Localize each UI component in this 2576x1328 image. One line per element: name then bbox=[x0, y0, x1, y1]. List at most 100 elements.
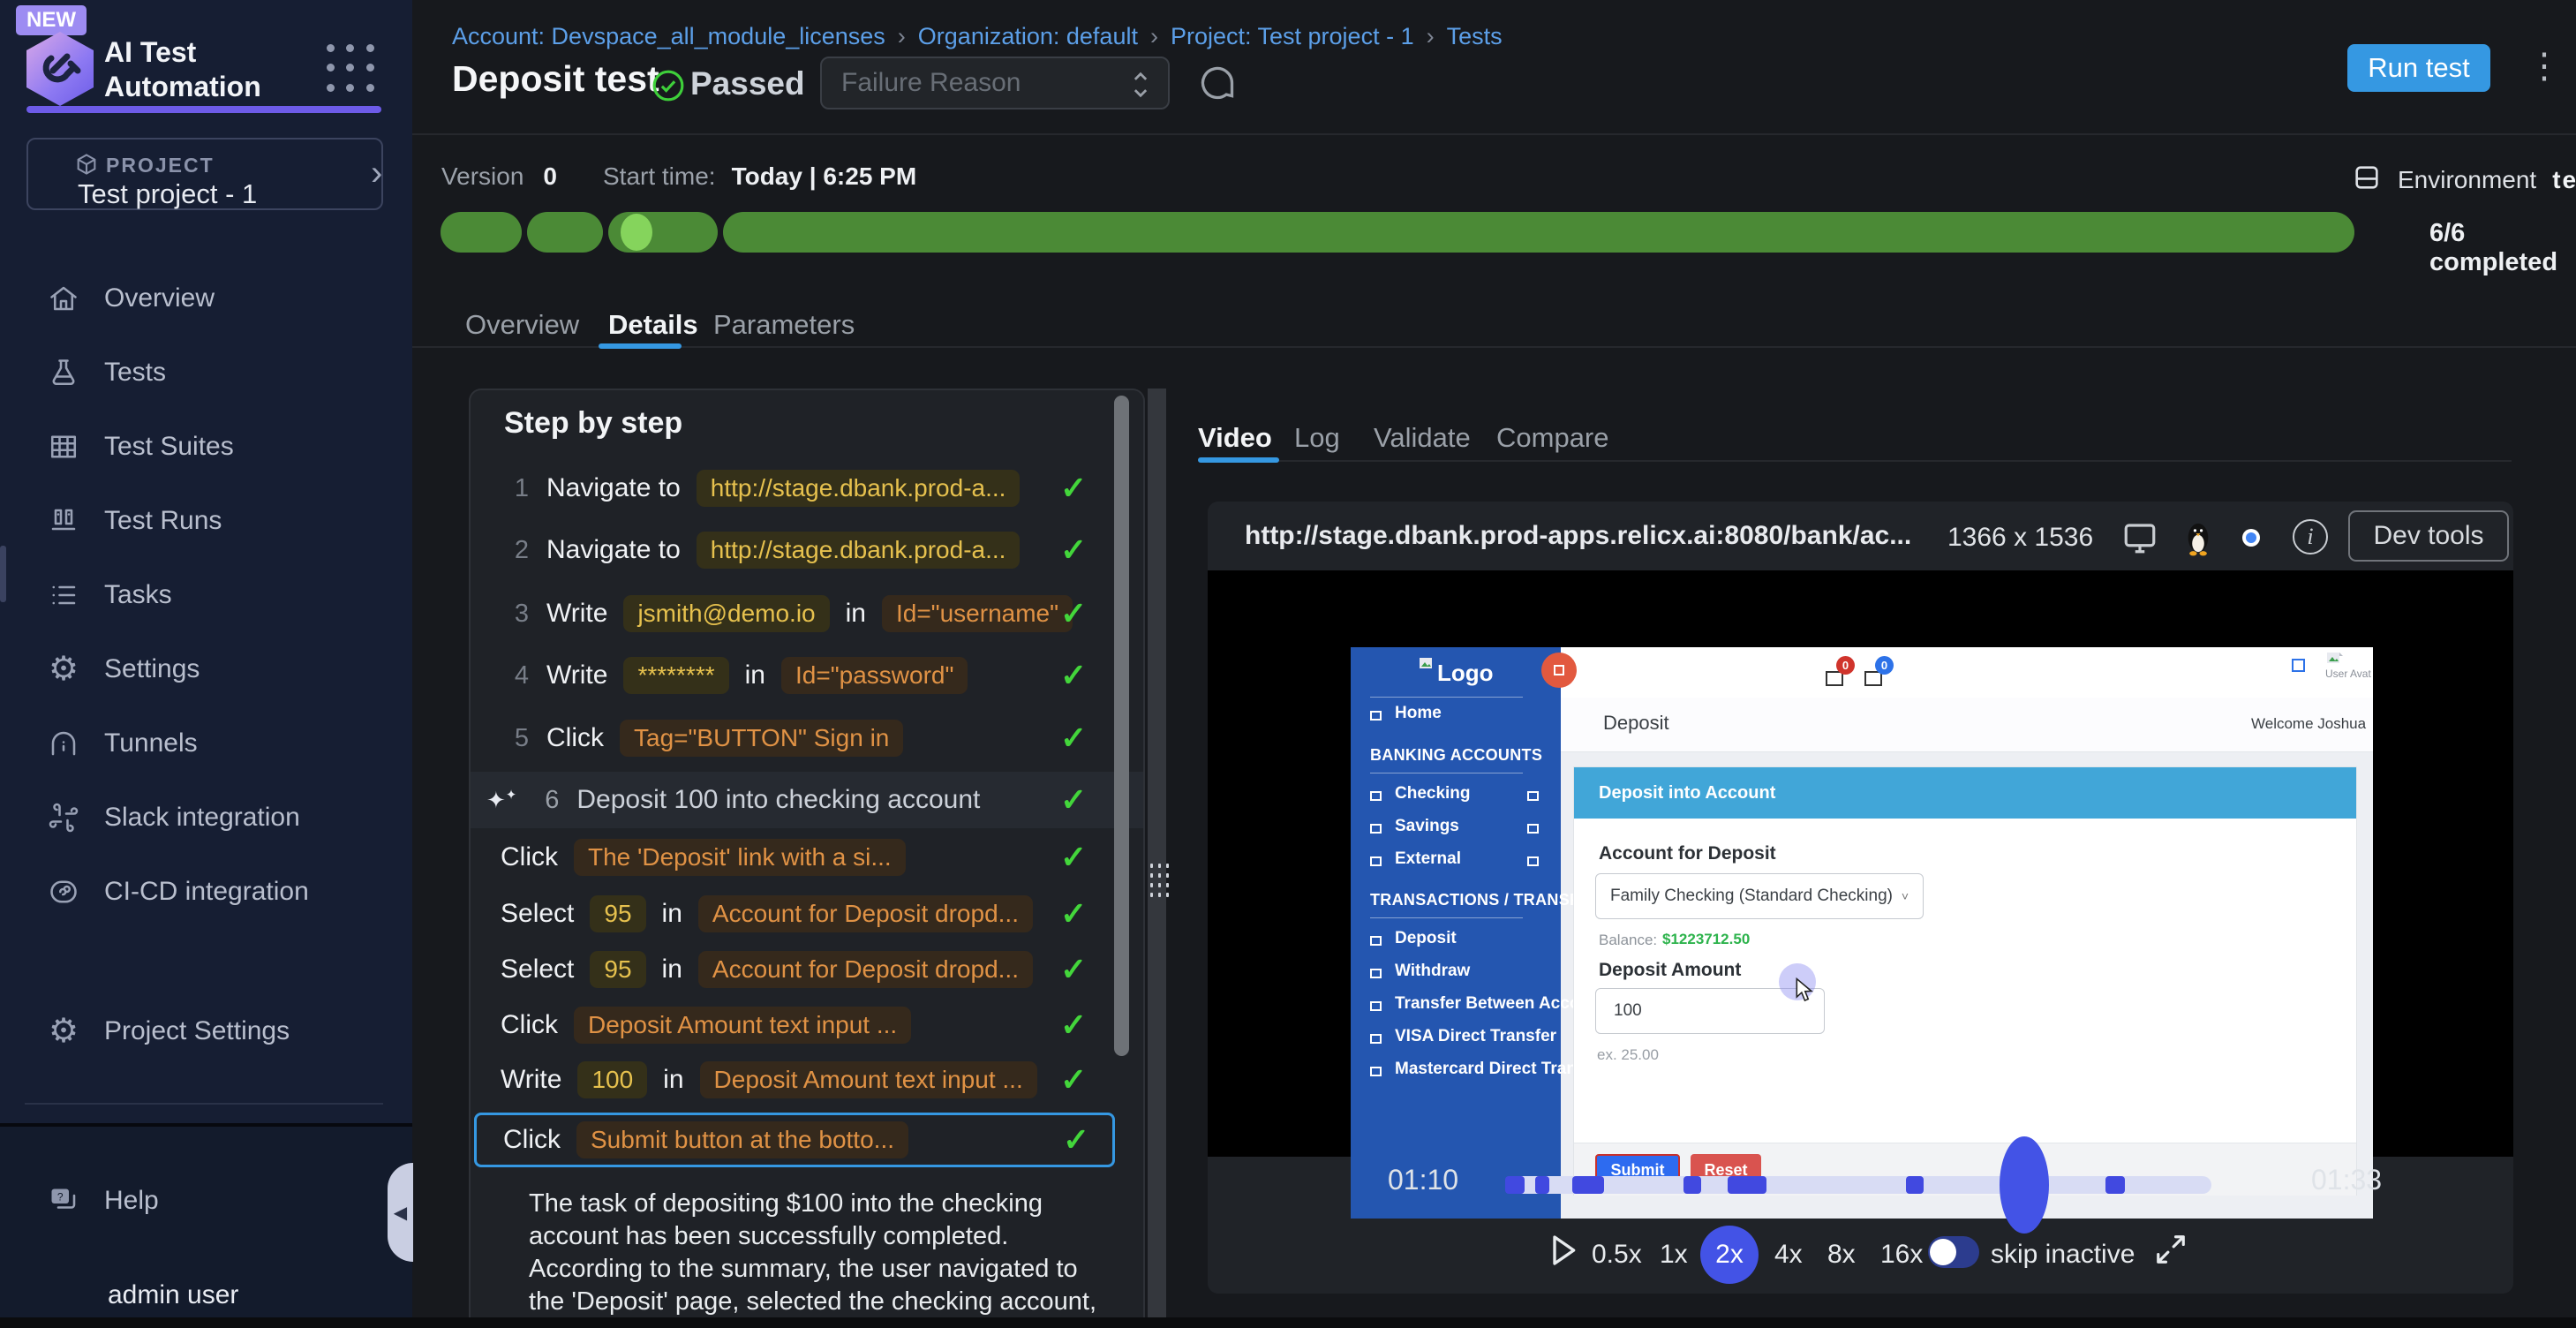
tab-video[interactable]: Video bbox=[1198, 422, 1272, 454]
substep-row-2[interactable]: Select 95 in Account for Deposit dropd..… bbox=[471, 887, 1145, 941]
sidebar-item-tunnels[interactable]: Tunnels bbox=[46, 706, 381, 781]
breadcrumb-account[interactable]: Account: Devspace_all_module_licenses bbox=[452, 23, 885, 50]
tab-overview[interactable]: Overview bbox=[465, 309, 579, 341]
step-action: Write bbox=[546, 599, 607, 629]
breadcrumb-separator: › bbox=[1150, 23, 1158, 50]
balance-value: $1223712.50 bbox=[1662, 931, 1750, 948]
speed-2x-active[interactable]: 2x bbox=[1700, 1226, 1759, 1284]
breadcrumb-tests[interactable]: Tests bbox=[1447, 23, 1503, 50]
step-row-2[interactable]: 2 Navigate to http://stage.dbank.prod-a.… bbox=[471, 523, 1145, 577]
step-value-chip[interactable]: http://stage.dbank.prod-a... bbox=[697, 470, 1021, 507]
step-value-chip[interactable]: http://stage.dbank.prod-a... bbox=[697, 532, 1021, 569]
substep-row-6-selected[interactable]: Click Submit button at the botto... ✓ bbox=[474, 1113, 1115, 1167]
step-target-chip[interactable]: Deposit Amount text input ... bbox=[574, 1007, 911, 1044]
progress-segment[interactable] bbox=[608, 212, 718, 253]
step-target-chip[interactable]: Submit button at the botto... bbox=[576, 1121, 908, 1158]
video-timeline[interactable] bbox=[1505, 1176, 2211, 1194]
sidebar-item-overview[interactable]: Overview bbox=[46, 261, 381, 336]
substep-row-5[interactable]: Write 100 in Deposit Amount text input .… bbox=[471, 1053, 1145, 1107]
substep-row-1[interactable]: Click The 'Deposit' link with a si... ✓ bbox=[471, 830, 1145, 885]
speed-0-5x[interactable]: 0.5x bbox=[1592, 1240, 1642, 1270]
breadcrumb-project[interactable]: Project: Test project - 1 bbox=[1171, 23, 1414, 50]
progress-segment[interactable] bbox=[527, 212, 603, 253]
step-value-chip[interactable]: 95 bbox=[590, 951, 645, 988]
version-value: 0 bbox=[543, 162, 557, 191]
step-target-chip[interactable]: Tag="BUTTON" Sign in bbox=[620, 720, 903, 757]
sidebar-scrollbar[interactable] bbox=[0, 546, 6, 602]
help-chat-icon: ? bbox=[46, 1183, 81, 1219]
step-target-chip[interactable]: Deposit Amount text input ... bbox=[700, 1061, 1037, 1098]
comment-icon[interactable] bbox=[1198, 64, 1237, 107]
step-group-header[interactable]: ✦✦ 6 Deposit 100 into checking account ✓ bbox=[471, 772, 1145, 828]
tab-parameters[interactable]: Parameters bbox=[713, 309, 855, 341]
step-row-5[interactable]: 5 Click Tag="BUTTON" Sign in ✓ bbox=[471, 711, 1145, 766]
speed-8x[interactable]: 8x bbox=[1827, 1240, 1856, 1270]
tab-validate[interactable]: Validate bbox=[1374, 422, 1471, 454]
sidebar-item-test-runs[interactable]: Test Runs bbox=[46, 484, 381, 558]
step-value-chip[interactable]: 95 bbox=[590, 895, 645, 932]
step-value-chip[interactable]: jsmith@demo.io bbox=[623, 595, 829, 632]
chevron-down-icon: ˅ bbox=[1902, 889, 1909, 903]
breadcrumb-organization[interactable]: Organization: default bbox=[918, 23, 1138, 50]
step-number: 4 bbox=[490, 661, 529, 690]
sidebar-item-settings[interactable]: ⚙ Settings bbox=[46, 632, 381, 706]
kebab-menu-icon[interactable]: ⋮ bbox=[2527, 46, 2562, 87]
progress-segment[interactable] bbox=[441, 212, 522, 253]
step-row-4[interactable]: 4 Write ******** in Id="password" ✓ bbox=[471, 648, 1145, 703]
slack-icon bbox=[46, 800, 81, 835]
sidebar-item-cicd-integration[interactable]: CI-CD integration bbox=[46, 855, 381, 929]
play-icon[interactable] bbox=[1548, 1233, 1578, 1272]
tab-compare[interactable]: Compare bbox=[1496, 422, 1609, 454]
step-row-1[interactable]: 1 Navigate to http://stage.dbank.prod-a.… bbox=[471, 461, 1145, 516]
speed-16x[interactable]: 16x bbox=[1880, 1240, 1923, 1270]
substep-row-4[interactable]: Click Deposit Amount text input ... ✓ bbox=[471, 998, 1145, 1053]
active-video-tab-underline bbox=[1198, 457, 1279, 463]
sidebar-item-tests[interactable]: Tests bbox=[46, 336, 381, 410]
account-select-value: Family Checking (Standard Checking) bbox=[1610, 887, 1893, 906]
sidebar-item-label: Tasks bbox=[104, 580, 172, 610]
apps-grid-icon[interactable] bbox=[327, 44, 378, 95]
speed-4x[interactable]: 4x bbox=[1774, 1240, 1803, 1270]
sidebar-item-tasks[interactable]: Tasks bbox=[46, 558, 381, 632]
check-icon: ✓ bbox=[1060, 839, 1087, 876]
step-target-chip[interactable]: Account for Deposit dropd... bbox=[698, 951, 1033, 988]
substep-row-3[interactable]: Select 95 in Account for Deposit dropd..… bbox=[471, 942, 1145, 997]
progress-segment[interactable] bbox=[723, 212, 2354, 253]
square-icon bbox=[2292, 659, 2305, 672]
skip-inactive-toggle[interactable] bbox=[1928, 1236, 1979, 1268]
info-icon[interactable]: i bbox=[2293, 519, 2328, 555]
failure-reason-select[interactable]: Failure Reason bbox=[820, 57, 1170, 109]
sidebar-item-slack-integration[interactable]: Slack integration bbox=[46, 781, 381, 855]
step-target-chip[interactable]: The 'Deposit' link with a si... bbox=[574, 839, 906, 876]
speed-1x[interactable]: 1x bbox=[1660, 1240, 1688, 1270]
sidebar-item-project-settings[interactable]: ⚙ Project Settings bbox=[46, 994, 381, 1068]
total-time: 01:33 bbox=[2311, 1164, 2382, 1196]
fullscreen-icon[interactable] bbox=[2154, 1233, 2188, 1271]
run-test-button[interactable]: Run test bbox=[2347, 44, 2490, 92]
playhead[interactable] bbox=[2000, 1136, 2049, 1234]
step-value-chip[interactable]: 100 bbox=[577, 1061, 647, 1098]
dev-tools-button[interactable]: Dev tools bbox=[2348, 510, 2509, 562]
user-name[interactable]: admin user bbox=[108, 1280, 238, 1310]
panel-resize-divider[interactable] bbox=[1148, 389, 1166, 1328]
tab-log[interactable]: Log bbox=[1294, 422, 1340, 454]
tab-details[interactable]: Details bbox=[608, 309, 698, 341]
project-selector[interactable]: PROJECT Test project - 1 › bbox=[26, 138, 383, 210]
steps-scrollbar-thumb[interactable] bbox=[1114, 396, 1129, 1056]
step-row-3[interactable]: 3 Write jsmith@demo.io in Id="username" … bbox=[471, 586, 1145, 641]
sidebar-item-test-suites[interactable]: Test Suites bbox=[46, 410, 381, 484]
step-value-chip[interactable]: ******** bbox=[623, 657, 728, 694]
video-screen[interactable]: Logo Home BANKING ACCOUNTS Checking Savi… bbox=[1208, 570, 2513, 1157]
sidebar-collapse-handle[interactable]: ◀ bbox=[388, 1163, 413, 1262]
environment-value: test bbox=[2552, 166, 2576, 194]
step-group-title: Deposit 100 into checking account bbox=[576, 785, 980, 815]
step-target-chip[interactable]: Id="username" bbox=[882, 595, 1073, 632]
sidebar-item-help[interactable]: ? Help bbox=[46, 1164, 381, 1238]
bullet-icon bbox=[1370, 711, 1382, 721]
header-divider bbox=[412, 133, 2576, 135]
mouse-cursor-icon bbox=[1793, 977, 1816, 1008]
step-target-chip[interactable]: Account for Deposit dropd... bbox=[698, 895, 1033, 932]
amount-hint: ex. 25.00 bbox=[1597, 1046, 1659, 1064]
recording-indicator bbox=[1541, 653, 1577, 688]
step-target-chip[interactable]: Id="password" bbox=[781, 657, 968, 694]
